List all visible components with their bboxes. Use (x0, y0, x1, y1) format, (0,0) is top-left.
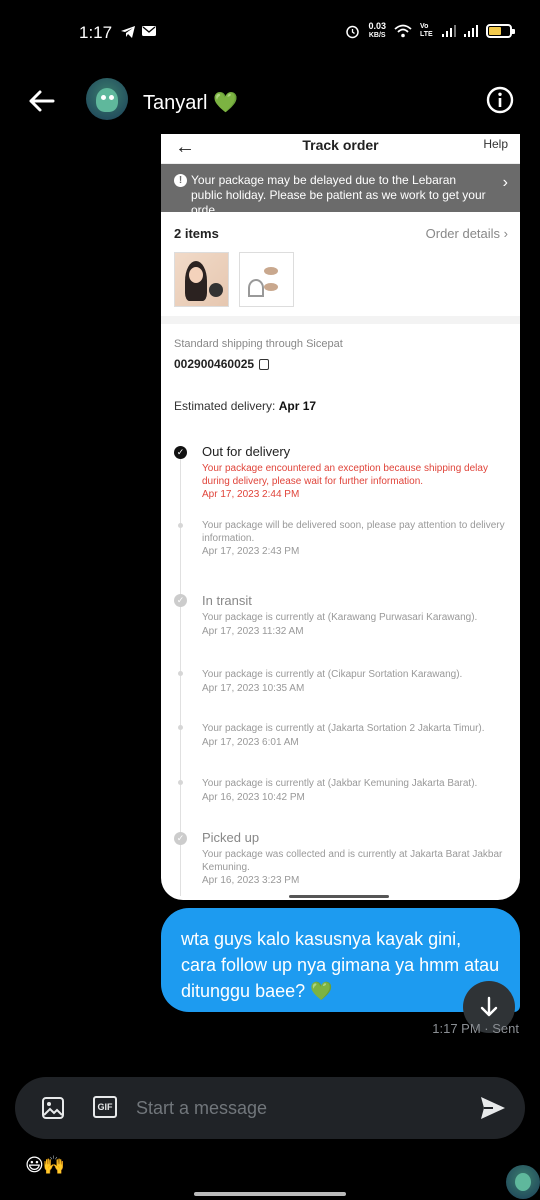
check-icon: ✓ (174, 832, 187, 845)
read-receipt-avatar (506, 1165, 540, 1199)
status-bar: 1:17 0.03 KB/S Vo LTE (0, 0, 540, 66)
product-thumbnail (239, 252, 294, 307)
net-speed: 0.03 KB/S (368, 21, 386, 40)
copy-icon (259, 358, 270, 370)
chevron-right-icon: › (502, 174, 508, 191)
message-meta: 1:17 PM · Sent (432, 1021, 519, 1036)
reaction-emojis[interactable]: 😃🙌 (25, 1155, 65, 1176)
shipping-label: Standard shipping through Sicepat (174, 338, 343, 350)
telegram-icon (121, 26, 135, 38)
send-icon[interactable] (479, 1094, 507, 1122)
help-link: Help (483, 137, 508, 151)
gif-button[interactable]: GIF (93, 1096, 117, 1118)
alarm-icon (346, 25, 360, 38)
avatar[interactable] (86, 78, 128, 120)
message-composer: GIF (15, 1077, 525, 1139)
check-icon: ✓ (174, 594, 187, 607)
message-input[interactable] (136, 1097, 456, 1119)
info-icon[interactable] (486, 86, 514, 114)
system-icons: 0.03 KB/S Vo LTE (345, 21, 515, 40)
items-count: 2 items (174, 226, 219, 241)
estimated-delivery: Estimated delivery: Apr 17 (174, 399, 317, 413)
delay-banner: ! Your package may be delayed due to the… (161, 164, 520, 217)
volte-label: Vo LTE (420, 23, 433, 38)
shared-image[interactable]: ← Track order Help ! Your package may be… (161, 134, 520, 900)
track-order-header: ← Track order Help (161, 134, 520, 164)
alert-icon: ! (174, 174, 187, 187)
items-row: 2 items Order details › (161, 224, 520, 244)
wifi-icon (394, 24, 412, 38)
notification-icons (120, 25, 156, 39)
item-thumbnails (161, 252, 520, 312)
product-thumbnail (174, 252, 229, 307)
arrow-down-icon (480, 996, 498, 1017)
track-order-title: Track order (302, 137, 379, 153)
conversation-header: Tanyarl 💚 (0, 66, 540, 136)
signal-icon (442, 25, 456, 37)
tracking-number: 002900460025 (174, 357, 507, 371)
gesture-bar[interactable] (194, 1192, 346, 1196)
battery-icon (486, 24, 515, 38)
signal-icon-2 (464, 25, 478, 37)
order-details-link: Order details › (425, 226, 508, 241)
contact-name[interactable]: Tanyarl 💚 (143, 90, 238, 115)
image-icon[interactable] (41, 1096, 65, 1120)
mail-icon (142, 26, 156, 36)
back-arrow-icon[interactable] (26, 86, 56, 116)
status-time: 1:17 (79, 23, 113, 42)
check-icon: ✓ (174, 446, 187, 459)
